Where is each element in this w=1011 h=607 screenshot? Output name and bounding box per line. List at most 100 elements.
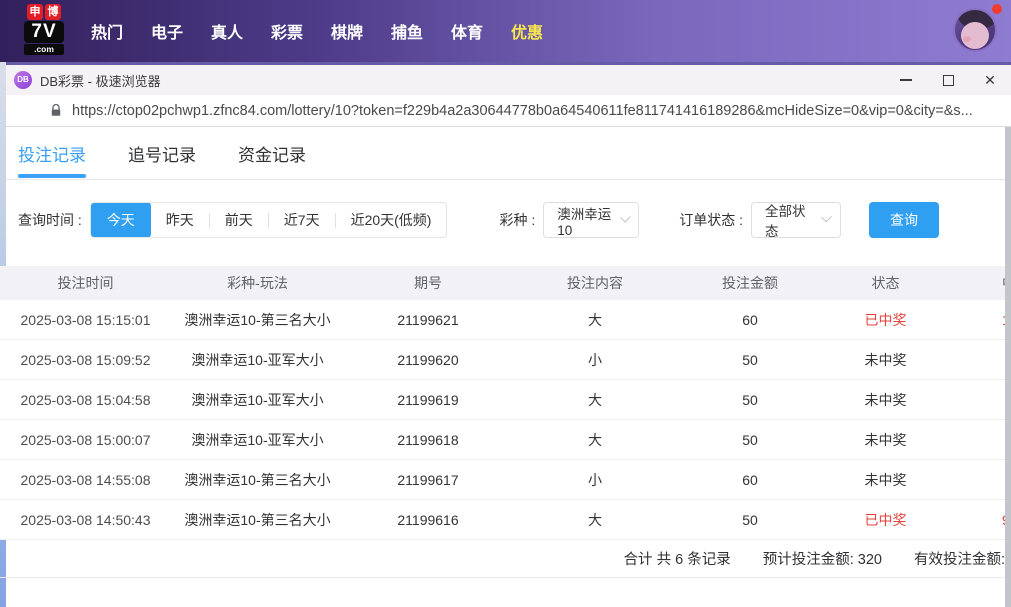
status-filter-label: 订单状态 :	[679, 212, 744, 228]
site-logo[interactable]: 申 博 7V .com	[24, 4, 64, 55]
main-nav: 热门 电子 真人 彩票 棋牌 捕鱼 体育 优惠	[77, 0, 557, 62]
nav-item-live[interactable]: 真人	[197, 19, 257, 43]
cell-bet-time: 2025-03-08 15:04:58	[20, 391, 151, 408]
col-header-issue: 期号	[414, 275, 442, 291]
cell-status: 未中奖	[864, 351, 907, 368]
cell-status: 未中奖	[864, 431, 907, 448]
cell-prize	[949, 380, 1005, 419]
screen: 申 博 7V .com 热门 电子 真人 彩票 棋牌 捕鱼 体育 优惠 DB D…	[0, 0, 1011, 607]
nav-item-lottery[interactable]: 彩票	[257, 19, 317, 43]
nav-item-slots[interactable]: 电子	[137, 19, 197, 43]
time-option-7days[interactable]: 近7天	[269, 203, 335, 237]
cell-bet-time: 2025-03-08 14:50:43	[20, 511, 151, 528]
avatar-cheek	[963, 36, 971, 42]
cell-prize	[949, 460, 1005, 499]
cell-play: 澳洲幸运10-亚军大小	[191, 431, 324, 448]
col-header-content: 投注内容	[567, 275, 623, 291]
nav-item-promo[interactable]: 优惠	[497, 19, 557, 43]
chevron-down-icon	[821, 211, 832, 223]
time-option-yesterday[interactable]: 昨天	[151, 203, 209, 237]
cell-issue: 21199619	[397, 391, 459, 408]
cell-issue: 21199621	[397, 311, 459, 328]
cell-status: 未中奖	[864, 391, 907, 408]
col-header-status: 状态	[871, 275, 900, 291]
cell-issue: 21199617	[397, 471, 459, 488]
cell-issue: 21199618	[397, 431, 459, 448]
status-select-value: 全部状态	[765, 204, 806, 239]
time-option-daybefore[interactable]: 前天	[210, 203, 268, 237]
notification-dot	[992, 4, 1002, 14]
tab-fund-records[interactable]: 资金记录	[238, 127, 306, 180]
tabs-bar: 投注记录 追号记录 资金记录	[6, 127, 1005, 180]
chevron-down-icon	[619, 212, 631, 223]
logo-badge-2: 博	[45, 4, 61, 20]
cell-content: 小	[588, 471, 602, 488]
cell-amount: 60	[742, 311, 758, 328]
window-title: DB彩票 - 极速浏览器	[40, 73, 161, 89]
cell-play: 澳洲幸运10-亚军大小	[191, 391, 324, 408]
time-range-group: 今天 昨天 前天 近7天 近20天(低频)	[89, 202, 448, 238]
cell-issue: 21199620	[397, 351, 459, 368]
logo-badges: 申 博	[24, 4, 64, 20]
cell-amount: 50	[742, 511, 758, 528]
filter-bar: 查询时间 : 今天 昨天 前天 近7天 近20天(低频) 彩种 : 澳洲幸运10…	[6, 202, 1005, 239]
cell-content: 小	[588, 351, 602, 368]
cell-status: 未中奖	[864, 471, 907, 488]
close-button[interactable]: ✕	[969, 65, 1011, 95]
time-filter-label: 查询时间 :	[18, 212, 82, 228]
maximize-button[interactable]	[927, 65, 969, 95]
logo-main-text: 7V	[24, 21, 64, 43]
logo-badge-1: 申	[27, 4, 43, 20]
footer-total-count: 合计 共 6 条记录	[623, 552, 731, 568]
minimize-button[interactable]	[885, 65, 927, 95]
tab-bet-records[interactable]: 投注记录	[18, 127, 86, 180]
nav-item-sports[interactable]: 体育	[437, 19, 497, 43]
records-table: 投注时间 彩种-玩法 期号 投注内容 投注金额 状态 中奖金额 2025-03-…	[0, 266, 1005, 540]
cell-content: 大	[588, 431, 602, 448]
cell-amount: 50	[742, 391, 758, 408]
close-icon: ✕	[984, 72, 996, 88]
browser-app-icon: DB	[14, 71, 32, 89]
lottery-select[interactable]: 澳洲幸运10	[543, 202, 640, 238]
nav-item-fishing[interactable]: 捕鱼	[377, 19, 437, 43]
col-header-bet-time: 投注时间	[57, 275, 114, 291]
table-footer: 合计 共 6 条记录 预计投注金额: 320 有效投注金额:	[0, 540, 1005, 578]
nav-item-cards[interactable]: 棋牌	[317, 19, 377, 43]
logo-suffix-text: .com	[24, 44, 64, 55]
cell-content: 大	[588, 511, 602, 528]
footer-expected-amount: 预计投注金额: 320	[762, 552, 882, 568]
footer-valid-amount: 有效投注金额:	[913, 552, 1005, 568]
cell-bet-time: 2025-03-08 15:00:07	[20, 431, 151, 448]
cell-play: 澳洲幸运10-亚军大小	[191, 351, 324, 368]
cell-status: 已中奖	[864, 511, 907, 528]
cell-bet-time: 2025-03-08 15:09:52	[20, 351, 151, 368]
cell-content: 大	[588, 391, 602, 408]
table-row: 2025-03-08 14:50:43 澳洲幸运10-第三名大小 2119961…	[0, 500, 1005, 540]
table-row: 2025-03-08 15:15:01 澳洲幸运10-第三名大小 2119962…	[0, 300, 1005, 340]
tab-chase-records[interactable]: 追号记录	[128, 127, 196, 180]
lottery-filter-label: 彩种 :	[499, 212, 536, 228]
table-row: 2025-03-08 15:00:07 澳洲幸运10-亚军大小 21199618…	[0, 420, 1005, 460]
cell-play: 澳洲幸运10-第三名大小	[184, 511, 331, 528]
order-status-select[interactable]: 全部状态	[751, 202, 842, 239]
cell-amount: 50	[742, 431, 758, 448]
cell-issue: 21199616	[397, 511, 459, 528]
cell-play: 澳洲幸运10-第三名大小	[184, 311, 331, 328]
time-option-today[interactable]: 今天	[90, 203, 151, 237]
scrollbar-thumb[interactable]	[1005, 127, 1011, 607]
cell-bet-time: 2025-03-08 14:55:08	[20, 471, 151, 488]
window-controls: ✕	[885, 65, 1011, 95]
user-avatar[interactable]	[953, 8, 997, 52]
nav-item-hot[interactable]: 热门	[77, 19, 137, 43]
minimize-icon	[900, 79, 912, 81]
cell-play: 澳洲幸运10-第三名大小	[184, 471, 331, 488]
top-bar: 申 博 7V .com 热门 电子 真人 彩票 棋牌 捕鱼 体育 优惠	[0, 0, 1011, 62]
address-bar[interactable]: https://ctop02pchwp1.zfnc84.com/lottery/…	[0, 95, 1011, 127]
col-header-play: 彩种-玩法	[227, 275, 288, 291]
cell-prize	[949, 340, 1005, 379]
lock-icon[interactable]	[50, 103, 62, 118]
lottery-select-value: 澳洲幸运10	[557, 206, 612, 238]
vertical-scrollbar[interactable]	[1005, 127, 1011, 607]
time-option-20days[interactable]: 近20天(低频)	[336, 203, 447, 237]
search-button[interactable]: 查询	[869, 202, 940, 238]
